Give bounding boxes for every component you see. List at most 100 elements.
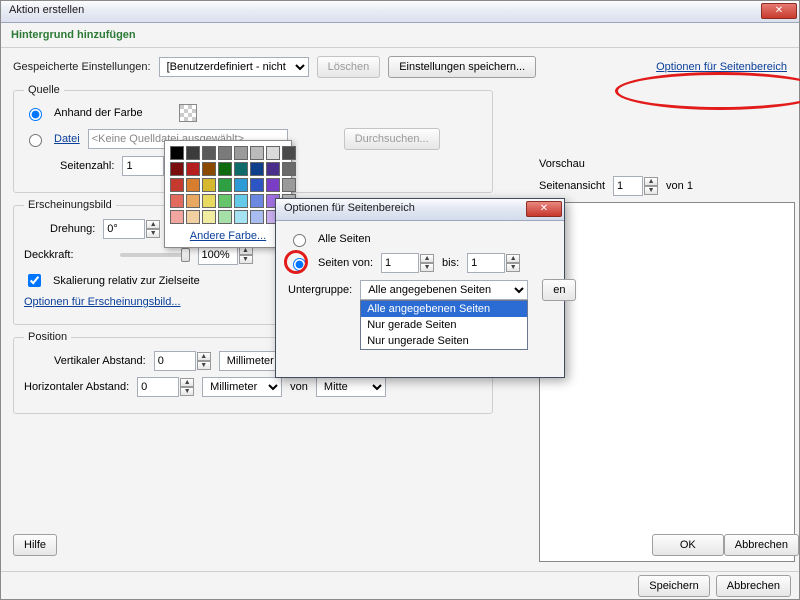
color-swatch[interactable] (234, 194, 248, 208)
rotation-label: Drehung: (50, 223, 95, 235)
subheader: Hintergrund hinzufügen (1, 23, 799, 48)
color-swatch[interactable] (202, 178, 216, 192)
v-distance-spinner[interactable]: ▲▼ (154, 351, 211, 371)
h-unit-select[interactable]: Millimeter (202, 377, 282, 397)
source-legend: Quelle (24, 84, 64, 96)
color-swatch[interactable] (218, 178, 232, 192)
preview-canvas (539, 202, 795, 562)
all-pages-radio[interactable] (293, 234, 306, 247)
page-range-dialog: Optionen für Seitenbereich ✕ Alle Seiten… (275, 198, 565, 378)
color-swatch[interactable] (170, 210, 184, 224)
rotation-spinner[interactable]: ▲▼ (103, 219, 160, 239)
color-swatch[interactable] (250, 178, 264, 192)
opacity-slider[interactable] (120, 253, 190, 257)
color-swatch[interactable] (250, 162, 264, 176)
outer-footer: Speichern Abbrechen (1, 571, 799, 599)
dialog-footer: Hilfe OK Abbrechen (13, 534, 799, 556)
subset-dropdown-list[interactable]: Alle angegebenen Seiten Nur gerade Seite… (360, 300, 528, 350)
subset-select[interactable]: Alle angegebenen Seiten (360, 280, 528, 300)
color-swatch[interactable] (234, 210, 248, 224)
color-swatch-button[interactable] (179, 104, 197, 122)
color-swatch[interactable] (218, 146, 232, 160)
saved-settings-select[interactable]: [Benutzerdefiniert - nicht gespeichert] (159, 57, 309, 77)
dialog-titlebar[interactable]: Optionen für Seitenbereich ✕ (276, 199, 564, 221)
opacity-spinner[interactable]: ▲▼ (198, 245, 253, 265)
color-swatch[interactable] (266, 146, 280, 160)
annotation-ring (284, 250, 308, 274)
color-swatch[interactable] (266, 178, 280, 192)
dialog-close-icon[interactable]: ✕ (526, 201, 562, 217)
pages-to-spinner[interactable]: ▲▼ (467, 253, 520, 273)
color-swatch[interactable] (234, 146, 248, 160)
page-view-label: Seitenansicht (539, 180, 605, 192)
color-swatch[interactable] (218, 210, 232, 224)
other-color-link[interactable]: Andere Farbe... (170, 228, 286, 242)
color-swatch[interactable] (218, 162, 232, 176)
color-swatch[interactable] (186, 194, 200, 208)
all-pages-label: Alle Seiten (318, 233, 371, 245)
appearance-options-link[interactable]: Optionen für Erscheinungsbild... (24, 296, 181, 308)
subset-option[interactable]: Nur gerade Seiten (361, 317, 527, 333)
delete-button: Löschen (317, 56, 381, 78)
h-from-label: von (290, 381, 308, 393)
color-swatch[interactable] (234, 162, 248, 176)
color-swatch[interactable] (170, 178, 184, 192)
browse-button: Durchsuchen... (344, 128, 440, 150)
cancel-button[interactable]: Abbrechen (724, 534, 799, 556)
outer-cancel-button[interactable]: Abbrechen (716, 575, 791, 597)
preview-legend: Vorschau (539, 158, 799, 170)
color-swatch[interactable] (186, 210, 200, 224)
h-from-select[interactable]: Mitte (316, 377, 386, 397)
dialog-ok-hint-button[interactable]: en (542, 279, 576, 301)
by-color-label: Anhand der Farbe (54, 107, 143, 119)
color-picker-popup[interactable]: Andere Farbe... (164, 140, 292, 248)
subset-option[interactable]: Nur ungerade Seiten (361, 333, 527, 349)
color-swatch[interactable] (202, 210, 216, 224)
preview-group: Vorschau Seitenansicht ▲▼ von 1 (539, 158, 799, 562)
color-swatch[interactable] (250, 210, 264, 224)
file-label[interactable]: Datei (54, 133, 80, 145)
help-button[interactable]: Hilfe (13, 534, 57, 556)
color-swatch[interactable] (266, 162, 280, 176)
outer-save-button[interactable]: Speichern (638, 575, 710, 597)
subset-option[interactable]: Alle angegebenen Seiten (361, 301, 527, 317)
pages-to-label: bis: (442, 257, 459, 269)
position-legend: Position (24, 331, 71, 343)
color-swatch[interactable] (282, 162, 296, 176)
h-distance-spinner[interactable]: ▲▼ (137, 377, 194, 397)
v-distance-label: Vertikaler Abstand: (54, 355, 146, 367)
save-settings-button[interactable]: Einstellungen speichern... (388, 56, 536, 78)
color-swatch[interactable] (186, 162, 200, 176)
page-of-label: von 1 (666, 180, 693, 192)
color-swatch[interactable] (234, 178, 248, 192)
subset-label: Untergruppe: (288, 284, 352, 296)
titlebar[interactable]: Aktion erstellen ✕ (1, 1, 799, 23)
color-swatch[interactable] (282, 178, 296, 192)
page-count-label: Seitenzahl: (60, 160, 114, 172)
color-swatch[interactable] (170, 162, 184, 176)
opacity-label: Deckkraft: (24, 249, 74, 261)
ok-button[interactable]: OK (652, 534, 724, 556)
dialog-title: Optionen für Seitenbereich (284, 202, 415, 214)
file-radio[interactable] (29, 134, 42, 147)
window-title: Aktion erstellen (9, 4, 84, 16)
color-swatch[interactable] (202, 146, 216, 160)
color-swatch[interactable] (186, 146, 200, 160)
color-swatch[interactable] (170, 194, 184, 208)
color-swatch[interactable] (170, 146, 184, 160)
by-color-radio[interactable] (29, 108, 42, 121)
color-swatch[interactable] (250, 146, 264, 160)
pages-from-spinner[interactable]: ▲▼ (381, 253, 434, 273)
scale-checkbox[interactable] (28, 274, 41, 287)
color-swatch[interactable] (218, 194, 232, 208)
color-swatch[interactable] (202, 194, 216, 208)
saved-settings-label: Gespeicherte Einstellungen: (13, 61, 151, 73)
pages-from-label: Seiten von: (318, 257, 373, 269)
appearance-legend: Erscheinungsbild (24, 199, 116, 211)
color-swatch[interactable] (186, 178, 200, 192)
color-swatch[interactable] (250, 194, 264, 208)
close-icon[interactable]: ✕ (761, 3, 797, 19)
page-view-spinner[interactable]: ▲▼ (613, 176, 658, 196)
color-swatch[interactable] (282, 146, 296, 160)
color-swatch[interactable] (202, 162, 216, 176)
